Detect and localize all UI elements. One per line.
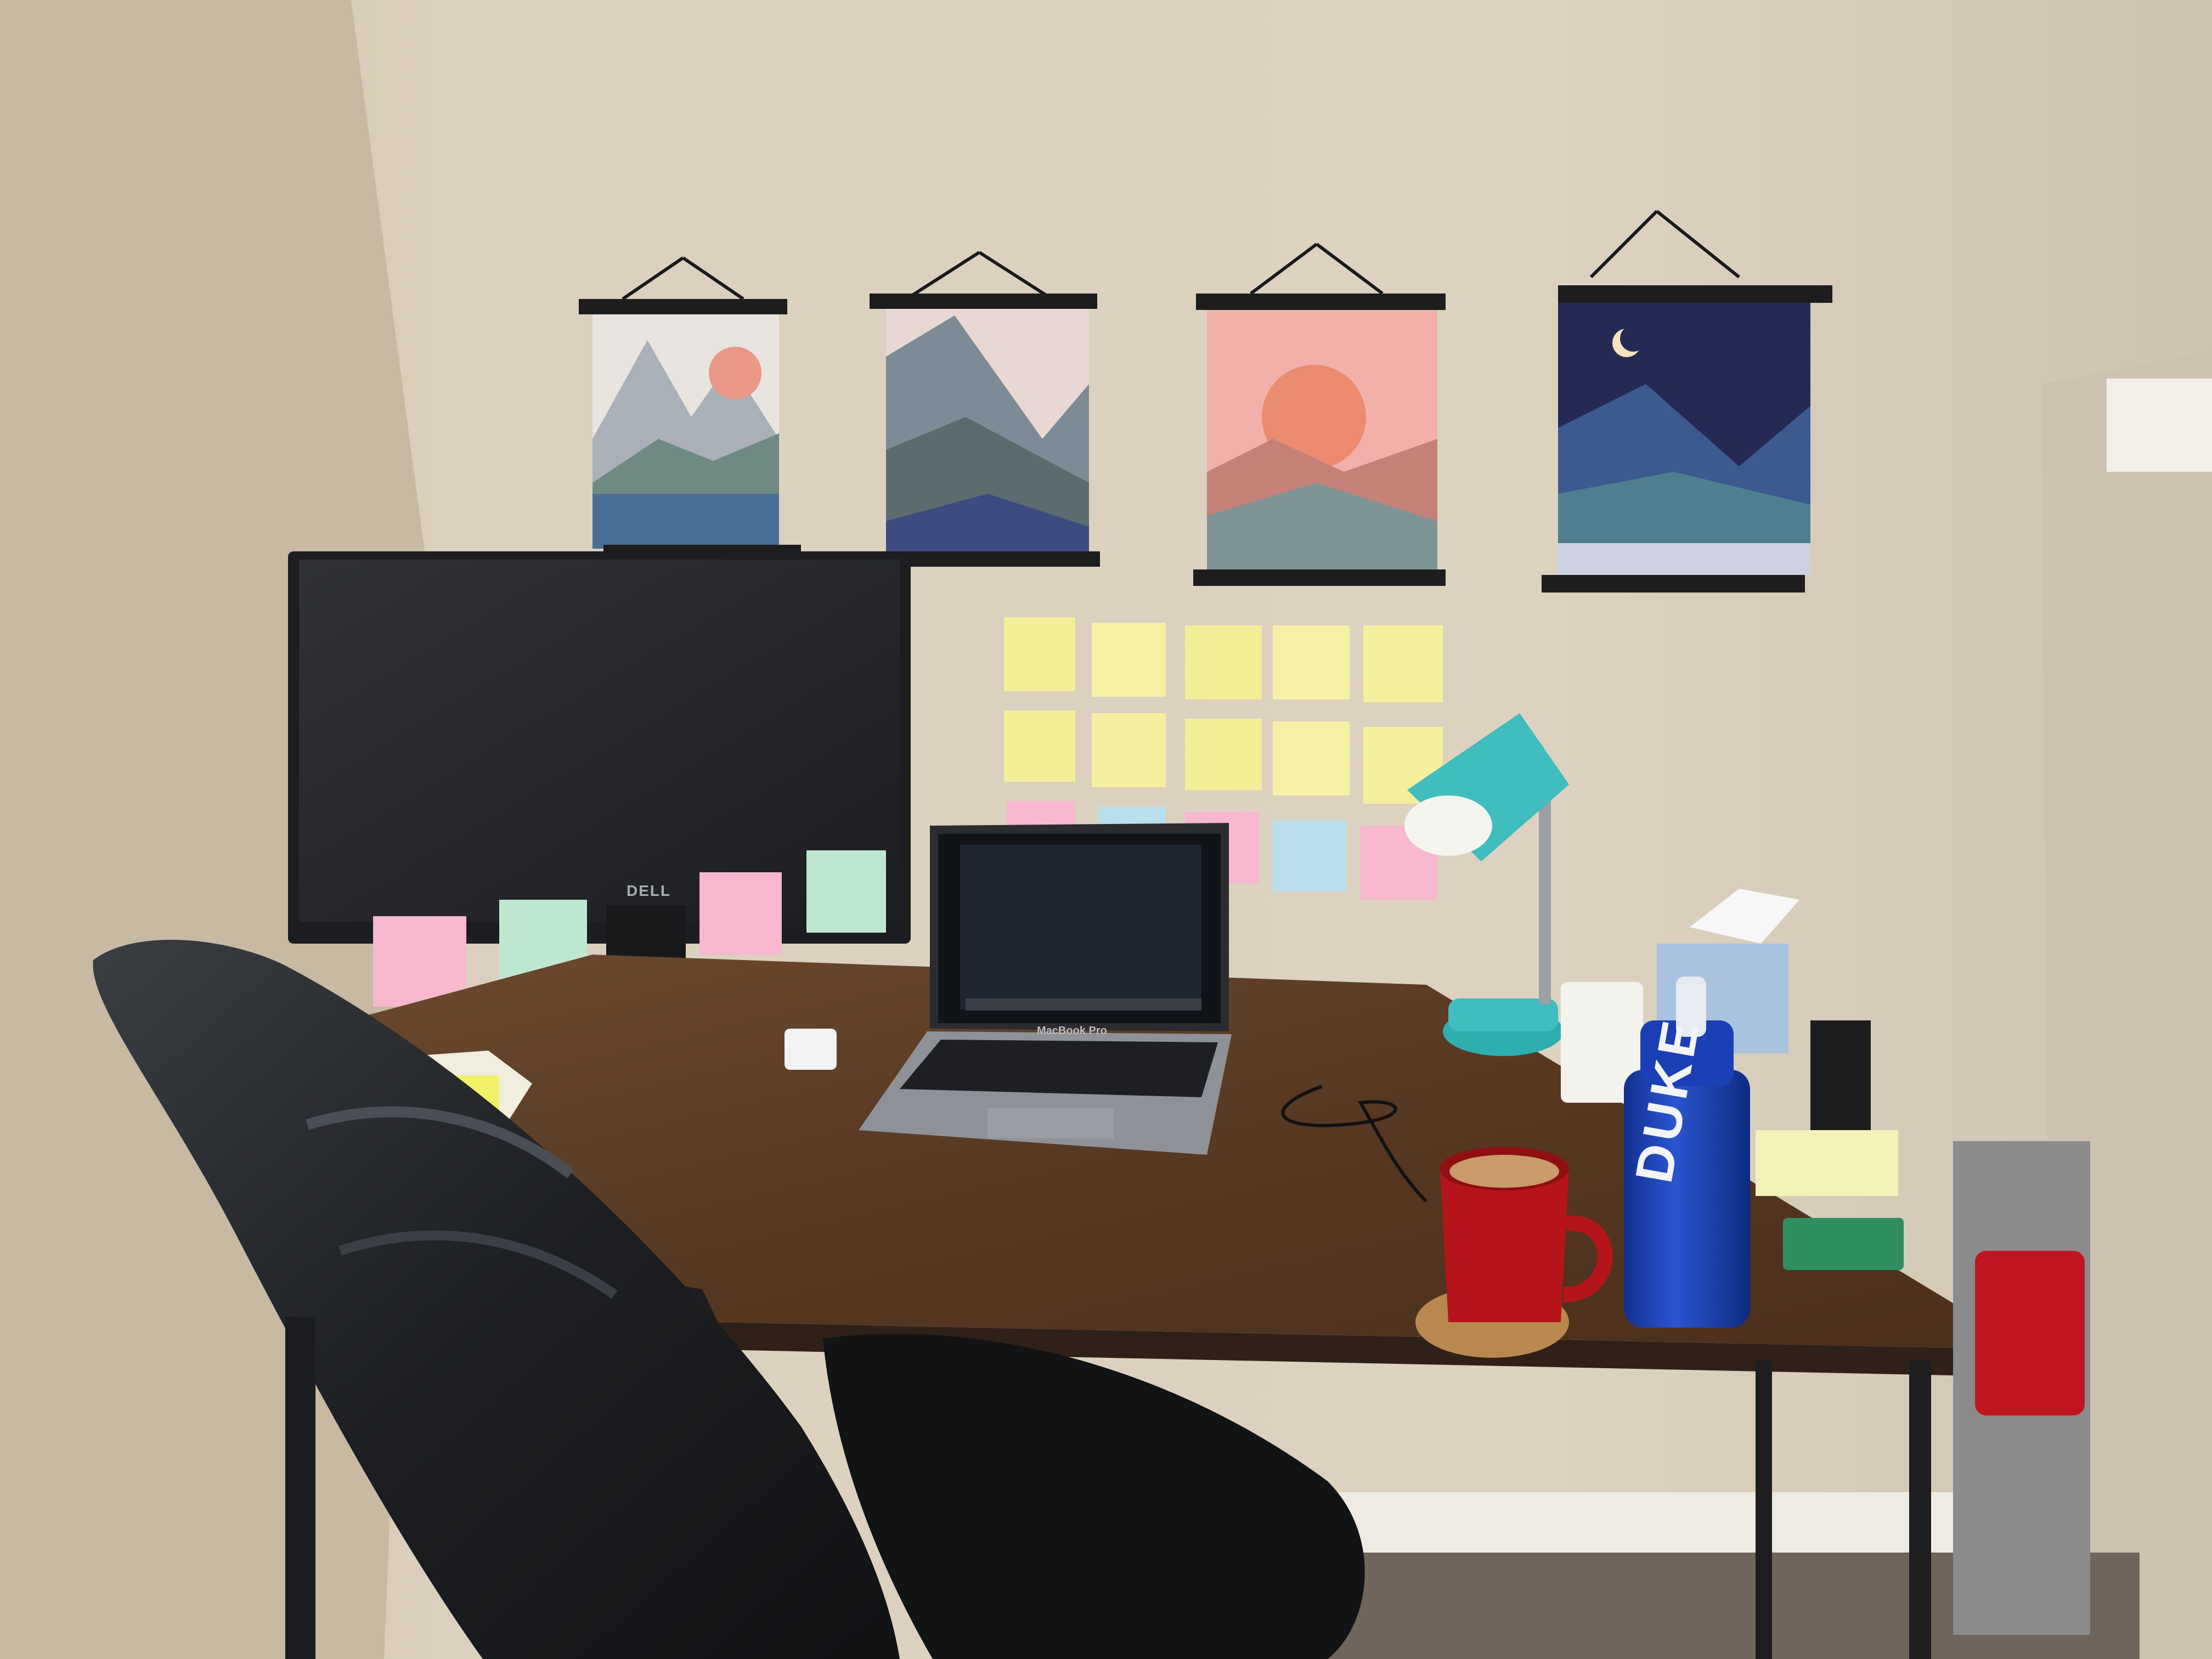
laptop-model-label: MacBook Pro — [1037, 1025, 1107, 1037]
desk-scene — [0, 0, 2212, 1659]
monitor-sticky-note — [806, 850, 886, 933]
paper-stack — [1756, 1130, 1898, 1196]
credit-card — [1783, 1218, 1904, 1270]
poster-mountain-lake — [579, 256, 801, 560]
usb-adapter — [785, 1029, 837, 1070]
poster-pink-sun — [1193, 242, 1446, 586]
red-pouch — [1975, 1251, 2085, 1415]
stapler — [1810, 1020, 1871, 1130]
monitor-sticky-note — [699, 872, 782, 955]
monitor-brand-label: DELL — [627, 882, 672, 899]
right-trim — [2107, 379, 2212, 472]
poster-gray-mountains — [870, 251, 1100, 567]
